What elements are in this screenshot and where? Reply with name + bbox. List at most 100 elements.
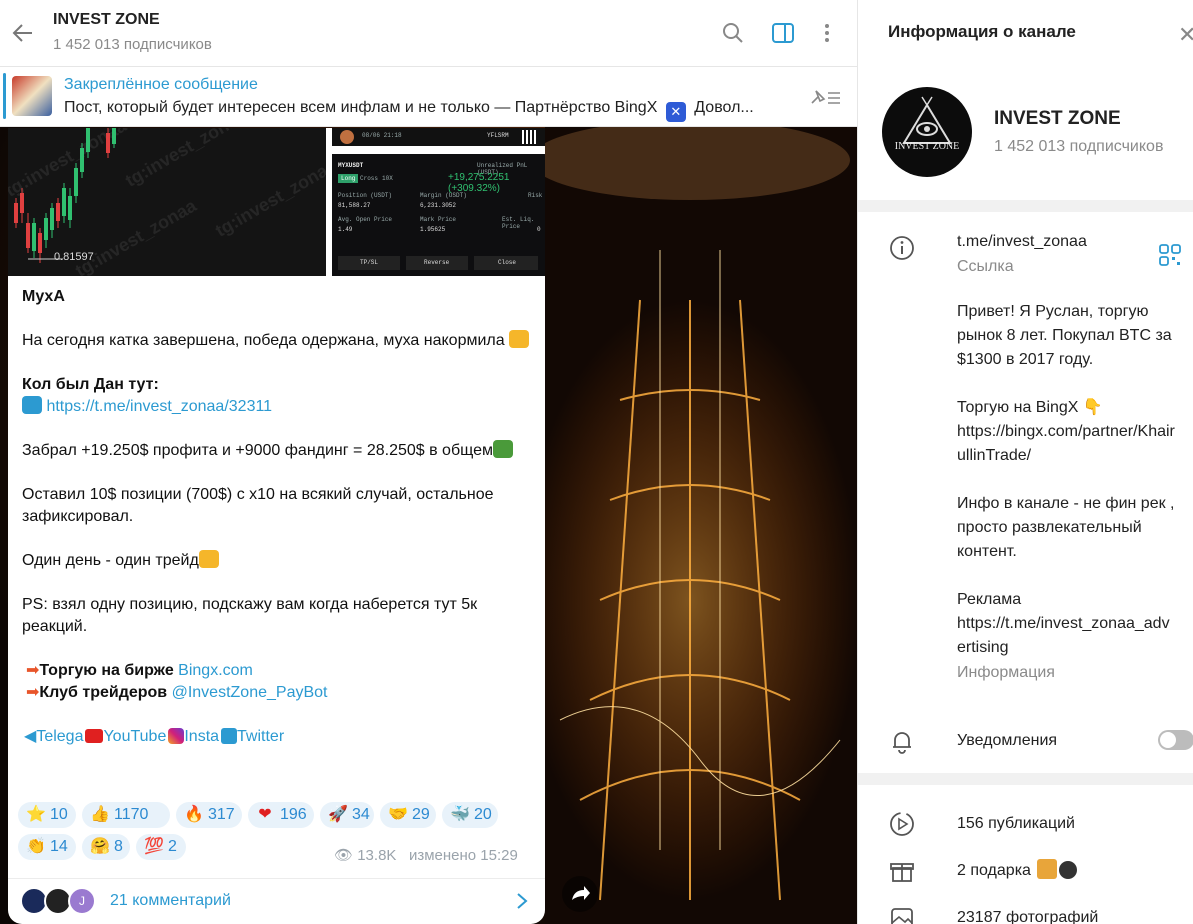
telega-link[interactable]: Telega	[36, 728, 83, 745]
back-arrow-icon[interactable]	[10, 20, 36, 46]
channel-description-3: Инфо в канале - не фин рек , просто разв…	[957, 495, 1175, 560]
publications-count[interactable]: 156 публикаций	[957, 812, 1177, 836]
reaction-rocket[interactable]: 🚀 34	[320, 802, 374, 828]
close-position-button: Close	[474, 256, 538, 270]
twitter-link[interactable]: Twitter	[237, 728, 284, 745]
gifts-count[interactable]: 2 подарка	[957, 859, 1177, 883]
photos-count[interactable]: 23187 фотографий	[957, 906, 1177, 924]
screenshot-user: YFLSRM	[487, 132, 509, 139]
liq-price-value: 0	[537, 226, 541, 233]
avg-price-label: Avg. Open Price	[338, 216, 393, 223]
sidebar-toggle-icon[interactable]	[770, 20, 796, 46]
avg-price-value: 1.49	[338, 226, 353, 233]
paybot-link[interactable]: @InvestZone_PayBot	[172, 684, 328, 701]
reaction-heart[interactable]: ❤ 196	[248, 802, 314, 828]
bingx-partner-link[interactable]: https://bingx.com/partner/KhairullinTrad…	[957, 420, 1177, 468]
channel-name: INVEST ZONE	[994, 108, 1121, 129]
channel-link[interactable]: t.me/invest_zonaa	[957, 230, 1177, 254]
gift-scroll-icon	[1037, 859, 1058, 879]
close-icon[interactable]: ✕	[1178, 22, 1193, 48]
reaction-thumbs-up[interactable]: 👍 1170	[82, 802, 170, 828]
channel-avatar[interactable]: INVEST ZONE	[882, 87, 972, 177]
pinned-text: Пост, который будет интересен всем инфла…	[64, 99, 784, 122]
reaction-fire[interactable]: 🔥 317	[176, 802, 242, 828]
reaction-count: 29	[412, 806, 430, 823]
reaction-count: 8	[114, 838, 123, 855]
youtube-link[interactable]: YouTube	[103, 728, 166, 745]
qr-icon	[522, 130, 536, 144]
reaction-hundred[interactable]: 💯 2	[136, 834, 186, 860]
channel-description-1: Привет! Я Руслан, торгую рынок 8 лет. По…	[957, 303, 1172, 368]
bingx-link[interactable]: Bingx.com	[178, 662, 253, 679]
risk-label: Risk	[528, 192, 543, 199]
youtube-icon	[85, 729, 104, 743]
reaction-whale[interactable]: 🐳 20	[442, 802, 498, 828]
margin-value: 6,231.3052	[420, 202, 457, 209]
telegram-icon	[22, 396, 42, 414]
star-icon: ⭐	[26, 806, 46, 823]
chat-subscribers: 1 452 013 подписчиков	[53, 36, 212, 53]
reaction-clap[interactable]: 👏 14	[18, 834, 76, 860]
chart-image[interactable]: tg:invest_zonaa tg:invest_zonaa tg:inves…	[8, 128, 326, 276]
message-meta: 👁 13.8K изменено 15:29	[334, 846, 518, 864]
channel-subscribers: 1 452 013 подписчиков	[994, 138, 1164, 155]
pinned-list-icon[interactable]	[808, 85, 844, 109]
reverse-button: Reverse	[406, 256, 468, 270]
hug-icon: 🤗	[90, 838, 110, 855]
mark-price-label: Mark Price	[420, 216, 457, 223]
channel-info-panel: Информация о канале ✕ INVEST ZONE INVEST…	[857, 0, 1193, 924]
channel-logo-icon	[902, 96, 952, 144]
eye-icon: 👁	[334, 847, 354, 864]
screenshot-date: 08/06 21:18	[362, 132, 402, 139]
insta-link[interactable]: Insta	[184, 728, 219, 745]
tag-cross: Cross	[360, 175, 379, 182]
reaction-handshake[interactable]: 🤝 29	[380, 802, 436, 828]
position-label: Position (USDT)	[338, 192, 393, 199]
thumbs-up-icon: 👍	[90, 806, 110, 823]
qr-code-icon[interactable]	[1158, 243, 1182, 267]
reaction-count: 2	[168, 838, 177, 855]
gift-icon	[890, 863, 914, 882]
share-button[interactable]	[562, 876, 598, 912]
section-divider	[858, 773, 1193, 785]
comments-bar[interactable]: J 21 комментарий	[8, 878, 545, 924]
reaction-hug[interactable]: 🤗 8	[82, 834, 130, 860]
notifications-toggle[interactable]	[1158, 730, 1193, 750]
pinned-title: Закреплённое сообщение	[64, 76, 258, 93]
pinned-indicator	[3, 73, 6, 119]
position-value: 81,588.27	[338, 202, 371, 209]
pinned-message-bar[interactable]: Закреплённое сообщение Пост, который буд…	[0, 67, 857, 127]
notifications-label: Уведомления	[957, 732, 1058, 749]
search-icon[interactable]	[720, 20, 746, 46]
fire-icon: 🔥	[184, 806, 204, 823]
tag-leverage: 10X	[382, 175, 393, 182]
profit-text: Забрал +19.250$ профита и +9000 фандинг …	[22, 442, 493, 459]
handshake-emoji-icon	[198, 550, 219, 568]
chat-title[interactable]: INVEST ZONE	[53, 11, 160, 29]
edited-time: изменено 15:29	[408, 847, 518, 864]
comments-label: 21 комментарий	[110, 892, 231, 909]
position-screenshot-image[interactable]: MYXUSDT Unrealized PnL (USDT) Long Cross…	[332, 154, 545, 276]
margin-label: Margin (USDT)	[420, 192, 467, 199]
bingx-icon: ✕	[665, 102, 686, 122]
hundred-icon: 💯	[144, 838, 164, 855]
ads-link[interactable]: https://t.me/invest_zonaa_advertising	[957, 612, 1177, 660]
mark-price-value: 1.95625	[420, 226, 446, 233]
reaction-count: 1170	[114, 806, 149, 823]
pnl-value: +19,275.2251 (+309.32%)	[448, 172, 510, 194]
fist-emoji-icon	[509, 330, 530, 348]
more-menu-icon[interactable]	[814, 20, 840, 46]
reaction-star[interactable]: ⭐ 10	[18, 802, 76, 828]
close-label: Close	[498, 259, 517, 266]
reaction-count: 20	[474, 806, 492, 823]
message-bubble: tg:invest_zonaa tg:invest_zonaa tg:inves…	[8, 128, 545, 924]
handshake-icon: 🤝	[388, 806, 408, 823]
channel-avatar-text: INVEST ZONE	[894, 141, 960, 152]
ps-text: PS: взял одну позицию, подскажу вам когд…	[22, 596, 478, 635]
pinned-thumbnail	[12, 76, 52, 116]
club-label: Клуб трейдеров	[39, 684, 168, 701]
message-text: МухА На сегодня катка завершена, победа …	[22, 286, 537, 748]
call-link[interactable]: https://t.me/invest_zonaa/32311	[46, 398, 272, 415]
left-position-text: Оставил 10$ позиции (700$) с х10 на всяк…	[22, 486, 494, 525]
message-paragraph-1: На сегодня катка завершена, победа одерж…	[22, 332, 505, 349]
